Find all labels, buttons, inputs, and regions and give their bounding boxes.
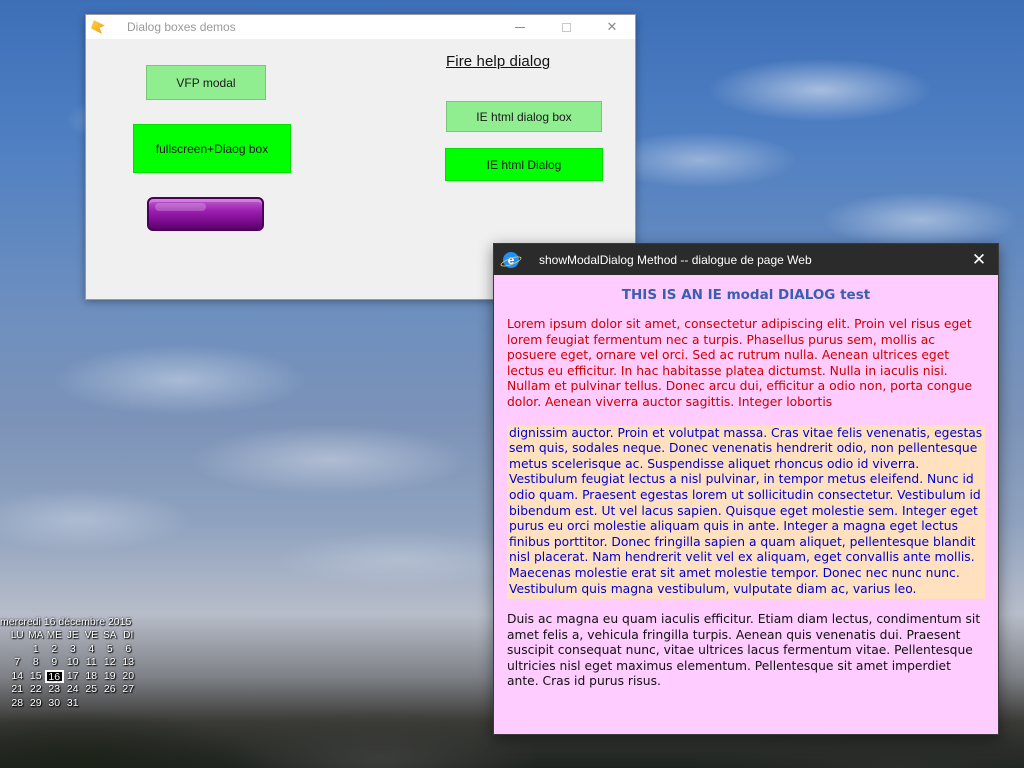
calendar-day: 18 bbox=[85, 669, 98, 682]
calendar-day: 11 bbox=[85, 656, 97, 669]
calendar-day: 26 bbox=[103, 683, 116, 696]
calendar-day: 9 bbox=[51, 656, 58, 669]
calendar-day: 28 bbox=[11, 696, 24, 709]
calendar-day: 15 bbox=[29, 669, 42, 682]
calendar-day: 30 bbox=[48, 696, 61, 709]
ie-dialog-titlebar[interactable]: e showModalDialog Method -- dialogue de … bbox=[494, 244, 998, 275]
minimize-icon bbox=[515, 26, 525, 28]
calendar-day: 8 bbox=[32, 656, 39, 669]
ie-modal-dialog[interactable]: e showModalDialog Method -- dialogue de … bbox=[493, 243, 999, 735]
ie-dialog-content: THIS IS AN IE modal DIALOG test Lorem ip… bbox=[494, 275, 998, 690]
calendar-day: 6 bbox=[125, 642, 132, 655]
dialog-heading: THIS IS AN IE modal DIALOG test bbox=[621, 287, 871, 303]
maximize-icon bbox=[561, 22, 571, 32]
calendar-date-header: mercredi 16 décembre 2015 bbox=[0, 616, 132, 628]
calendar-day: 10 bbox=[66, 656, 79, 669]
calendar-day: 29 bbox=[29, 696, 42, 709]
calendar-weekday: VE bbox=[84, 630, 98, 641]
calendar-weekday: DI bbox=[123, 630, 134, 641]
calendar-weekday: JE bbox=[66, 630, 79, 641]
minimize-button[interactable] bbox=[497, 15, 543, 39]
calendar-day: 20 bbox=[122, 669, 135, 682]
calendar-weekday: ME bbox=[46, 630, 62, 641]
vfp-titlebar[interactable]: Dialog boxes demos ✕ bbox=[86, 15, 635, 39]
purple-gel-button[interactable] bbox=[147, 197, 264, 231]
window-controls: ✕ bbox=[497, 15, 635, 39]
internet-explorer-icon: e bbox=[503, 251, 519, 268]
calendar-day bbox=[82, 697, 101, 711]
calendar-day: 17 bbox=[66, 669, 79, 682]
close-button[interactable]: ✕ bbox=[589, 15, 635, 39]
paragraph-red: Lorem ipsum dolor sit amet, consectetur … bbox=[507, 317, 973, 409]
desktop-calendar: mercredi 16 décembre 2015 LU MA ME JE VE SA DI… bbox=[0, 616, 140, 711]
ie-html-dialog-box-button[interactable]: IE html dialog box bbox=[446, 101, 602, 132]
calendar-weekday: LU bbox=[10, 630, 24, 641]
close-icon: ✕ bbox=[606, 19, 618, 34]
calendar-weekday: SA bbox=[103, 630, 117, 641]
close-icon: ✕ bbox=[971, 250, 987, 269]
calendar-day bbox=[8, 643, 27, 657]
fire-help-dialog-link[interactable]: Fire help dialog bbox=[446, 53, 550, 70]
calendar-day: 2 bbox=[51, 642, 58, 655]
calendar-day: 12 bbox=[103, 656, 116, 669]
calendar-day: 22 bbox=[29, 683, 42, 696]
calendar-day: 21 bbox=[11, 683, 24, 696]
calendar-day: 14 bbox=[11, 669, 24, 682]
fullscreen-dialog-button[interactable]: fullscreen+Diaog box bbox=[133, 124, 291, 173]
vfp-modal-button[interactable]: VFP modal bbox=[146, 65, 266, 100]
calendar-day bbox=[119, 697, 138, 711]
calendar-weekday: MA bbox=[28, 630, 44, 641]
paragraph-black: Duis ac magna eu quam iaculis efficitur.… bbox=[507, 612, 981, 689]
calendar-day bbox=[101, 697, 120, 711]
calendar-day: 1 bbox=[32, 642, 39, 655]
maximize-button[interactable] bbox=[543, 15, 589, 39]
ie-dialog-close-button[interactable]: ✕ bbox=[968, 249, 990, 271]
vfp-window-title: Dialog boxes demos bbox=[127, 20, 236, 34]
calendar-day: 23 bbox=[48, 683, 61, 696]
calendar-day: 31 bbox=[66, 696, 79, 709]
paragraph-blue: dignissim auctor. Proin et volutpat mass… bbox=[507, 424, 985, 600]
calendar-day: 25 bbox=[85, 683, 98, 696]
calendar-day: 3 bbox=[69, 642, 76, 655]
vfp-fox-icon bbox=[91, 20, 105, 34]
calendar-day: 27 bbox=[122, 683, 135, 696]
calendar-day: 24 bbox=[66, 683, 79, 696]
calendar-today: 16 bbox=[45, 669, 64, 684]
calendar-grid: LU MA ME JE VE SA DI 1 2 3 4 5 6 7 8 9 10 11 12 13 14 15 16 17 1… bbox=[8, 629, 140, 711]
calendar-day: 5 bbox=[106, 642, 113, 655]
ie-html-dialog-button[interactable]: IE html Dialog bbox=[445, 148, 603, 181]
calendar-day: 7 bbox=[14, 656, 21, 669]
ie-dialog-title: showModalDialog Method -- dialogue de pa… bbox=[539, 252, 812, 267]
calendar-day: 19 bbox=[103, 669, 116, 682]
calendar-day: 4 bbox=[88, 642, 95, 655]
calendar-day: 13 bbox=[122, 656, 135, 669]
